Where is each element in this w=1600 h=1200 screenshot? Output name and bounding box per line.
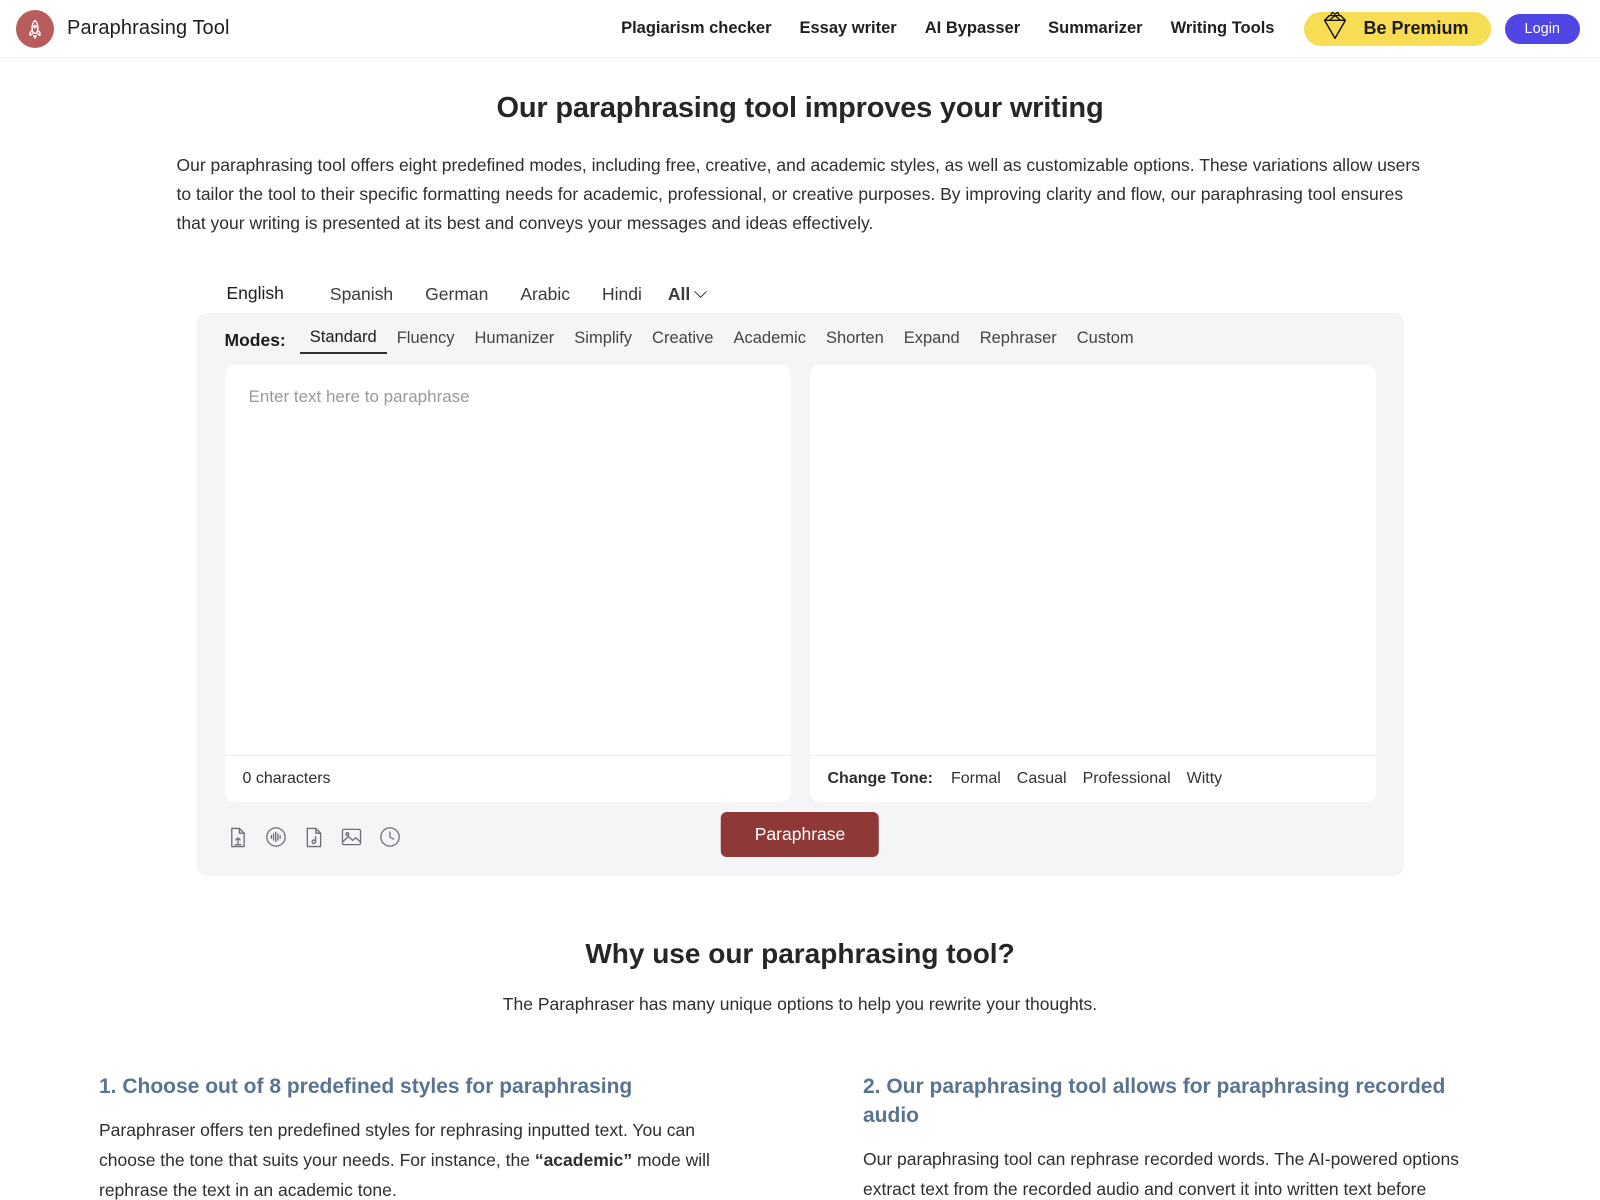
- mode-academic[interactable]: Academic: [724, 327, 816, 353]
- language-tab-hindi[interactable]: Hindi: [586, 277, 658, 313]
- feature-body: Our paraphrasing tool can rephrase recor…: [863, 1144, 1501, 1200]
- mode-shorten[interactable]: Shorten: [816, 327, 894, 353]
- why-section-subtitle: The Paraphraser has many unique options …: [502, 994, 1098, 1014]
- input-footer: 0 characters: [224, 755, 791, 802]
- feature-body: Paraphraser offers ten predefined styles…: [99, 1115, 737, 1200]
- language-tab-arabic[interactable]: Arabic: [504, 277, 586, 313]
- site-header: Paraphrasing Tool Plagiarism checker Ess…: [0, 0, 1600, 58]
- diamond-crown-icon: [1316, 9, 1354, 48]
- change-tone-label: Change Tone:: [827, 770, 933, 787]
- mode-fluency[interactable]: Fluency: [387, 327, 465, 353]
- brand[interactable]: Paraphrasing Tool: [16, 9, 230, 48]
- feature-item: 1. Choose out of 8 predefined styles for…: [99, 1072, 737, 1200]
- login-button[interactable]: Login: [1504, 13, 1580, 44]
- language-tab-german[interactable]: German: [409, 277, 504, 313]
- paraphrase-button[interactable]: Paraphrase: [720, 812, 880, 857]
- audio-file-icon[interactable]: [301, 824, 327, 850]
- history-clock-icon[interactable]: [377, 824, 403, 850]
- feature-item: 2. Our paraphrasing tool allows for para…: [863, 1072, 1501, 1200]
- language-tab-english[interactable]: English: [196, 275, 314, 313]
- brand-name: Paraphrasing Tool: [67, 17, 230, 39]
- hero-paragraph: Our paraphrasing tool offers eight prede…: [176, 155, 1420, 233]
- be-premium-button[interactable]: Be Premium: [1304, 9, 1491, 48]
- output-panel: Change Tone: Formal Casual Professional …: [809, 365, 1376, 802]
- mode-expand[interactable]: Expand: [894, 327, 970, 353]
- upload-document-icon[interactable]: [225, 824, 251, 850]
- input-textarea[interactable]: Enter text here to paraphrase: [225, 365, 791, 755]
- modes-label: Modes:: [224, 329, 286, 350]
- tone-option-casual[interactable]: Casual: [1009, 770, 1075, 788]
- language-tab-spanish[interactable]: Spanish: [314, 277, 409, 313]
- chevron-down-icon: [694, 284, 708, 298]
- input-panel: Enter text here to paraphrase 0 characte…: [224, 365, 791, 802]
- language-tab-all[interactable]: All: [658, 277, 721, 313]
- nav-item-plagiarism-checker[interactable]: Plagiarism checker: [607, 19, 785, 38]
- output-textarea[interactable]: [810, 365, 1376, 755]
- input-placeholder: Enter text here to paraphrase: [248, 387, 470, 406]
- mode-rephraser[interactable]: Rephraser: [970, 327, 1067, 353]
- main-nav: Plagiarism checker Essay writer AI Bypas…: [607, 9, 1580, 48]
- nav-item-essay-writer[interactable]: Essay writer: [786, 19, 911, 38]
- feature-body-part: Our paraphrasing tool can rephrase recor…: [863, 1149, 1459, 1199]
- feature-body-emphasis: “academic”: [534, 1150, 633, 1170]
- tool-icon-bar: [225, 824, 403, 850]
- mode-simplify[interactable]: Simplify: [564, 327, 642, 353]
- nav-item-summarizer[interactable]: Summarizer: [1034, 19, 1156, 38]
- mode-humanizer[interactable]: Humanizer: [465, 327, 565, 353]
- mode-creative[interactable]: Creative: [642, 327, 723, 353]
- features-grid: 1. Choose out of 8 predefined styles for…: [0, 1072, 1600, 1200]
- character-count: 0 characters: [242, 770, 331, 787]
- language-tabs: English Spanish German Arabic Hindi All: [196, 275, 1404, 313]
- image-upload-icon[interactable]: [339, 824, 365, 850]
- mode-custom[interactable]: Custom: [1067, 327, 1144, 353]
- output-footer: Change Tone: Formal Casual Professional …: [809, 755, 1376, 802]
- nav-item-ai-bypasser[interactable]: AI Bypasser: [911, 19, 1034, 38]
- paraphrasing-tool: English Spanish German Arabic Hindi All …: [196, 275, 1404, 876]
- language-all-label: All: [667, 284, 691, 304]
- page-content: Our paraphrasing tool improves your writ…: [0, 92, 1600, 1200]
- tool-card: Modes: Standard Fluency Humanizer Simpli…: [196, 313, 1404, 876]
- page-title: Our paraphrasing tool improves your writ…: [496, 92, 1104, 124]
- feature-title: 2. Our paraphrasing tool allows for para…: [863, 1075, 1446, 1127]
- tone-option-witty[interactable]: Witty: [1179, 770, 1231, 788]
- modes-row: Modes: Standard Fluency Humanizer Simpli…: [197, 313, 1404, 365]
- rocket-icon: [16, 9, 54, 48]
- tone-option-formal[interactable]: Formal: [943, 770, 1009, 788]
- editor-panels: Enter text here to paraphrase 0 characte…: [197, 365, 1404, 802]
- tone-option-professional[interactable]: Professional: [1075, 770, 1179, 788]
- mode-standard[interactable]: Standard: [299, 326, 387, 354]
- audio-waveform-icon[interactable]: [263, 824, 289, 850]
- tool-actions: Paraphrase: [197, 802, 1404, 858]
- why-section-title: Why use our paraphrasing tool?: [585, 938, 1015, 969]
- be-premium-label: Be Premium: [1363, 18, 1469, 38]
- feature-title: 1. Choose out of 8 predefined styles for…: [99, 1075, 633, 1098]
- nav-item-writing-tools[interactable]: Writing Tools: [1157, 19, 1289, 38]
